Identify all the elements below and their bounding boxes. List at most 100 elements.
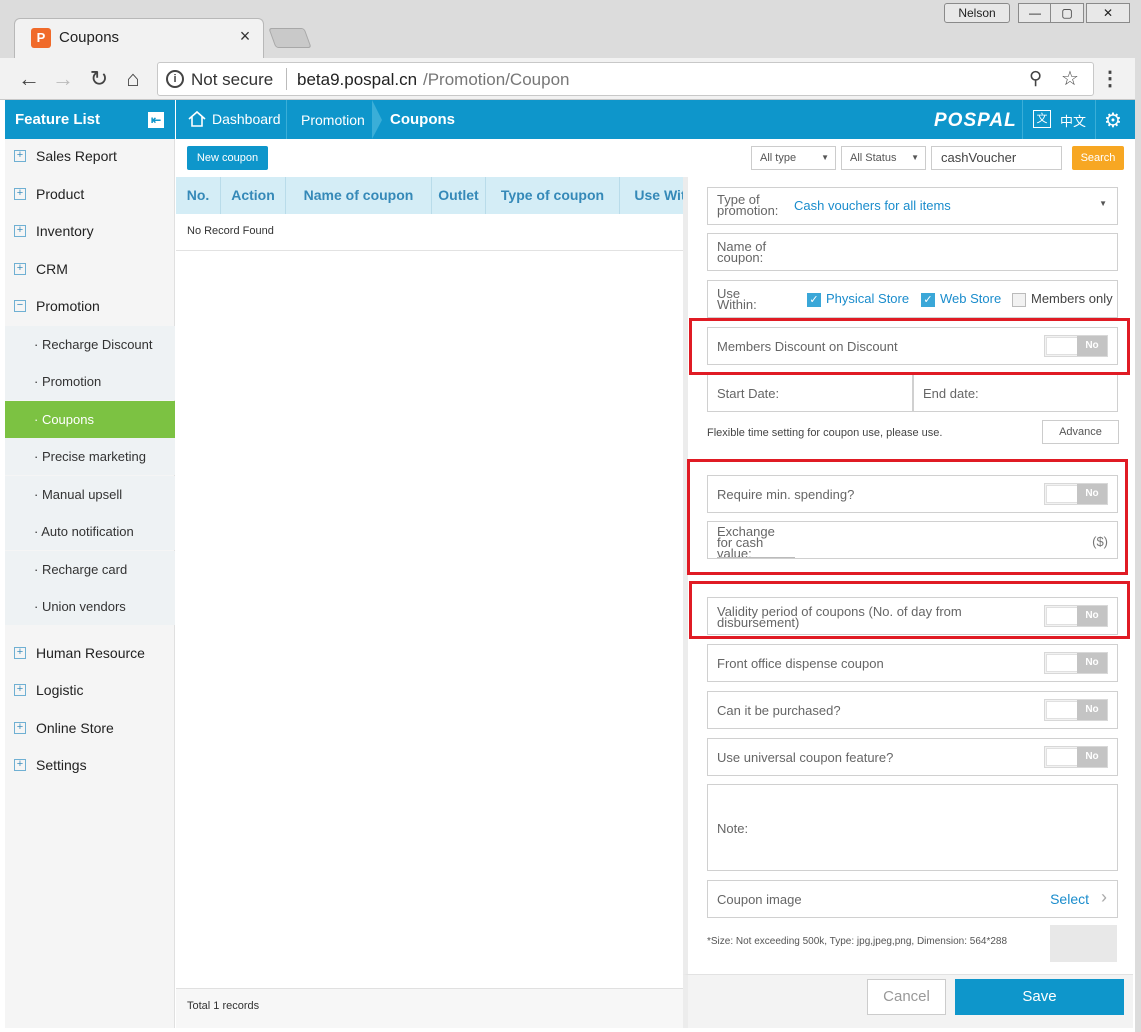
reload-icon[interactable]: ↻ bbox=[84, 64, 114, 94]
sidebar-item-promotion[interactable]: − Promotion bbox=[5, 288, 175, 325]
column-header-no[interactable]: No. bbox=[176, 177, 221, 214]
info-icon[interactable]: i bbox=[166, 70, 184, 88]
column-header-action[interactable]: Action bbox=[221, 177, 286, 214]
minimize-icon[interactable]: — bbox=[1018, 3, 1052, 23]
url-path: /Promotion/Coupon bbox=[423, 70, 570, 89]
sidebar-sub-label: · Coupons bbox=[34, 412, 94, 427]
sidebar-item-label: Product bbox=[36, 186, 85, 202]
sidebar-sub-label: · Auto notification bbox=[34, 524, 134, 539]
back-arrow-icon[interactable]: ← bbox=[14, 64, 44, 94]
breadcrumb-divider bbox=[286, 100, 287, 139]
new-tab-button[interactable] bbox=[268, 28, 312, 48]
sidebar-item-crm[interactable]: + CRM bbox=[5, 251, 175, 288]
maximize-icon[interactable]: ▢ bbox=[1050, 3, 1084, 23]
coupon-image-label: Coupon image bbox=[717, 892, 802, 907]
coupon-name-field[interactable]: Name of coupon: bbox=[707, 233, 1118, 271]
bookmark-star-icon[interactable]: ☆ bbox=[1061, 66, 1079, 91]
end-date-field[interactable]: End date: bbox=[913, 374, 1118, 412]
status-filter-value: All Status bbox=[850, 152, 897, 164]
front-office-toggle[interactable]: No bbox=[1044, 652, 1108, 674]
new-coupon-button[interactable]: New coupon bbox=[187, 146, 268, 170]
browser-menu-icon[interactable]: ⋮ bbox=[1100, 66, 1120, 91]
advance-button[interactable]: Advance bbox=[1042, 420, 1119, 444]
sidebar-sub-promotion[interactable]: · Promotion bbox=[5, 363, 175, 400]
status-filter-select[interactable]: All Status ▼ bbox=[841, 146, 926, 170]
column-header-type[interactable]: Type of coupon bbox=[486, 177, 620, 214]
column-header-outlet[interactable]: Outlet bbox=[432, 177, 486, 214]
sidebar-sub-label: · Recharge card bbox=[34, 562, 128, 577]
column-header-use-within[interactable]: Use Wit bbox=[620, 177, 684, 214]
column-header-name[interactable]: Name of coupon bbox=[286, 177, 432, 214]
toggle-knob bbox=[1046, 701, 1078, 719]
pospal-favicon-icon: P bbox=[31, 28, 51, 48]
zoom-icon[interactable]: ⚲ bbox=[1029, 68, 1042, 89]
save-button[interactable]: Save bbox=[955, 979, 1124, 1015]
sidebar-sub-precise-marketing[interactable]: · Precise marketing bbox=[5, 438, 175, 475]
note-label: Note: bbox=[717, 821, 749, 836]
collapse-icon: − bbox=[14, 300, 26, 312]
type-filter-select[interactable]: All type ▼ bbox=[751, 146, 836, 170]
sidebar-sub-label: · Manual upsell bbox=[34, 487, 123, 502]
search-input[interactable]: cashVoucher bbox=[931, 146, 1062, 170]
web-store-label[interactable]: Web Store bbox=[940, 291, 1001, 306]
note-field[interactable]: Note: bbox=[707, 784, 1118, 871]
breadcrumb-arrow-icon bbox=[372, 100, 382, 139]
sidebar-item-human-resource[interactable]: + Human Resource bbox=[5, 635, 175, 672]
sidebar-sub-recharge-card[interactable]: · Recharge card bbox=[5, 551, 175, 588]
profile-button[interactable]: Nelson bbox=[944, 3, 1010, 23]
web-store-checkbox[interactable]: ✓ bbox=[921, 293, 935, 307]
sidebar-item-label: Promotion bbox=[36, 298, 100, 314]
chevron-down-icon: ▼ bbox=[1099, 199, 1107, 208]
language-switch[interactable]: 中文 bbox=[1060, 111, 1086, 130]
sidebar-sub-union-vendors[interactable]: · Union vendors bbox=[5, 588, 175, 625]
members-only-checkbox[interactable] bbox=[1012, 293, 1026, 307]
sidebar-sub-coupons[interactable]: · Coupons bbox=[5, 401, 175, 438]
type-filter-value: All type bbox=[760, 152, 797, 164]
settings-gear-icon[interactable]: ⚙ bbox=[1104, 108, 1122, 133]
chevron-right-icon: › bbox=[1101, 887, 1107, 907]
tab-close-icon[interactable]: × bbox=[235, 26, 255, 47]
front-office-label: Front office dispense coupon bbox=[717, 656, 884, 671]
window-close-icon[interactable]: ✕ bbox=[1086, 3, 1130, 23]
sidebar-item-online-store[interactable]: + Online Store bbox=[5, 710, 175, 747]
search-button[interactable]: Search bbox=[1072, 146, 1124, 170]
sidebar-item-logistic[interactable]: + Logistic bbox=[5, 672, 175, 709]
sidebar-sub-recharge-discount[interactable]: · Recharge Discount bbox=[5, 326, 175, 363]
universal-coupon-toggle[interactable]: No bbox=[1044, 746, 1108, 768]
purchasable-toggle[interactable]: No bbox=[1044, 699, 1108, 721]
breadcrumb-dashboard[interactable]: Dashboard bbox=[212, 111, 281, 127]
members-only-label[interactable]: Members only bbox=[1031, 291, 1113, 306]
sidebar-item-sales-report[interactable]: + Sales Report bbox=[5, 138, 175, 175]
promotion-type-select[interactable]: Type of promotion: Cash vouchers for all… bbox=[707, 187, 1118, 225]
expand-icon: + bbox=[14, 722, 26, 734]
physical-store-label[interactable]: Physical Store bbox=[826, 291, 909, 306]
sidebar-item-product[interactable]: + Product bbox=[5, 176, 175, 213]
start-date-field[interactable]: Start Date: bbox=[707, 374, 913, 412]
coupon-image-row[interactable]: Coupon image Select › bbox=[707, 880, 1118, 918]
physical-store-checkbox[interactable]: ✓ bbox=[807, 293, 821, 307]
pospal-app: Feature List ⇤ + Sales Report + Product … bbox=[5, 100, 1135, 1028]
home-icon[interactable] bbox=[188, 110, 206, 128]
security-label[interactable]: Not secure bbox=[191, 70, 273, 90]
select-image-link[interactable]: Select bbox=[1050, 891, 1089, 907]
language-icon[interactable]: 文 bbox=[1033, 110, 1051, 128]
sidebar-sub-auto-notification[interactable]: · Auto notification bbox=[5, 513, 175, 550]
empty-table-message: No Record Found bbox=[187, 225, 274, 237]
cancel-button[interactable]: Cancel bbox=[867, 979, 946, 1015]
sidebar-item-settings[interactable]: + Settings bbox=[5, 747, 175, 784]
sidebar-item-label: CRM bbox=[36, 261, 68, 277]
sidebar-item-inventory[interactable]: + Inventory bbox=[5, 213, 175, 250]
front-office-row: Front office dispense coupon No bbox=[707, 644, 1118, 682]
expand-icon: + bbox=[14, 759, 26, 771]
breadcrumb-promotion[interactable]: Promotion bbox=[301, 112, 365, 128]
forward-arrow-icon[interactable]: → bbox=[48, 64, 78, 94]
promotion-type-label: Type of promotion: bbox=[717, 192, 779, 218]
topbar-divider bbox=[1022, 100, 1023, 139]
address-bar[interactable]: i Not secure beta9.pospal.cn /Promotion/… bbox=[157, 62, 1094, 96]
home-icon[interactable]: ⌂ bbox=[118, 64, 148, 94]
flexible-time-note: Flexible time setting for coupon use, pl… bbox=[707, 427, 943, 439]
browser-tab[interactable]: P Coupons × bbox=[14, 18, 264, 58]
collapse-sidebar-icon[interactable]: ⇤ bbox=[148, 112, 164, 128]
sidebar-sub-manual-upsell[interactable]: · Manual upsell bbox=[5, 476, 175, 513]
url-separator bbox=[286, 68, 287, 90]
